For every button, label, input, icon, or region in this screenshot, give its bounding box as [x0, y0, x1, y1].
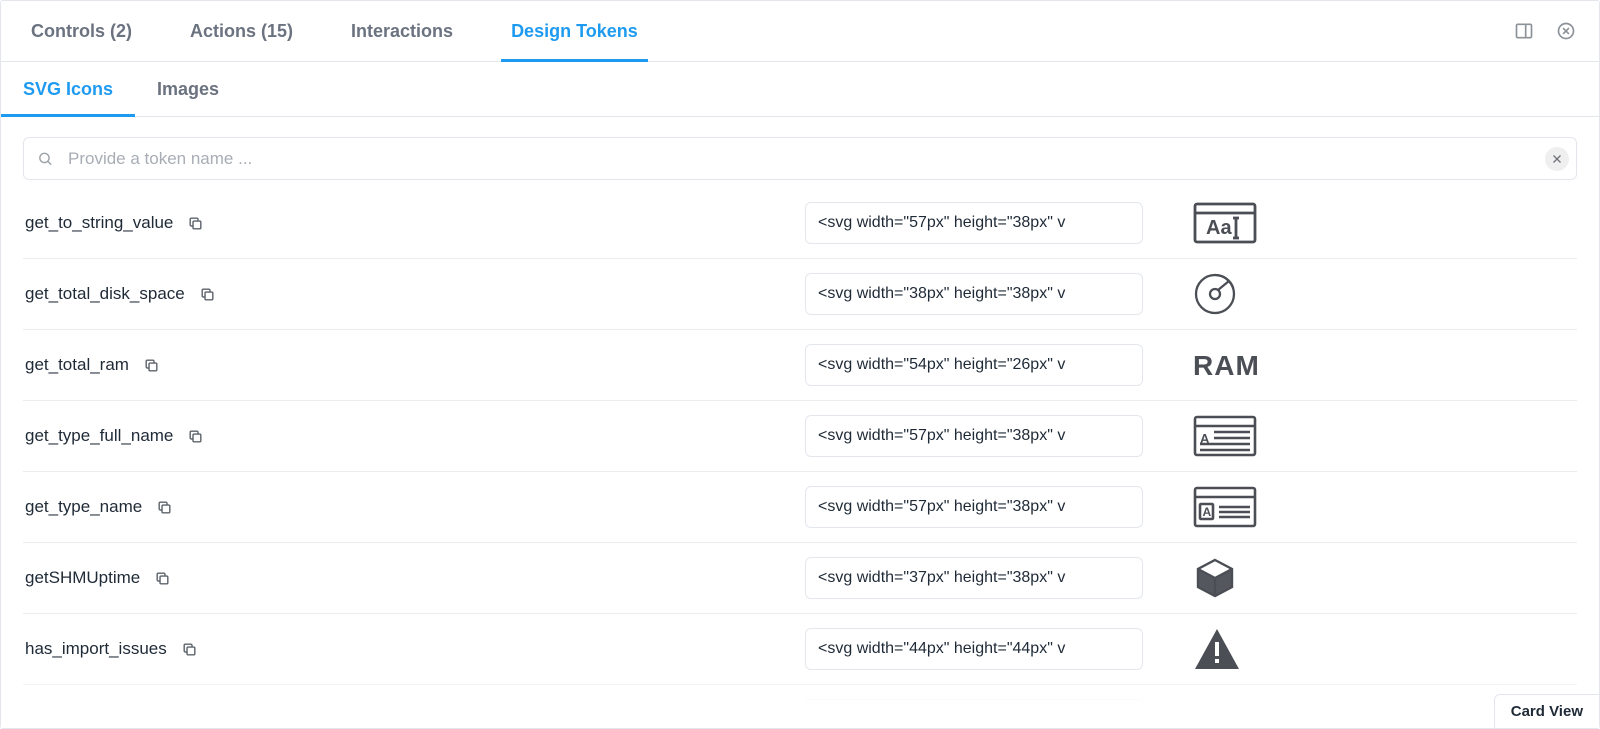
copy-button[interactable]: [156, 499, 173, 516]
svg-text:Aa: Aa: [1206, 217, 1232, 239]
token-name: getSHMUptime: [25, 568, 140, 588]
token-code[interactable]: <svg width="57px" height="38px" v: [805, 415, 1143, 457]
text-input-icon: Aa: [1193, 202, 1257, 244]
svg-text:RAM: RAM: [1193, 350, 1260, 380]
token-code[interactable]: <svg width="38px" height="38px" v: [805, 273, 1143, 315]
copy-icon: [187, 215, 204, 232]
token-name: get_type_name: [25, 497, 142, 517]
copy-button[interactable]: [181, 641, 198, 658]
tab-interactions-label: Interactions: [351, 21, 453, 42]
tab-actions-label: Actions (15): [190, 21, 293, 42]
token-code[interactable]: <svg width="54px" height="26px" v: [805, 344, 1143, 386]
token-name: has_import_issues: [25, 639, 167, 659]
table-row: get_total_disk_space <svg width="38px" h…: [23, 259, 1577, 330]
x-icon: [1551, 153, 1563, 165]
table-row: getSHMUptime <svg width="37px" height="3…: [23, 543, 1577, 614]
copy-icon: [156, 499, 173, 516]
copy-icon: [154, 570, 171, 587]
table-row: get_total_ram <svg width="54px" height="…: [23, 330, 1577, 401]
text-line-icon: A: [1193, 486, 1257, 528]
token-code[interactable]: <svg width="57px" height="38px" v: [805, 202, 1143, 244]
token-code-text: <svg width="44px" height="44px" v: [818, 640, 1065, 658]
copy-button[interactable]: [187, 428, 204, 445]
close-icon: [1556, 21, 1576, 41]
copy-button[interactable]: [107, 712, 124, 729]
panel-icon: [1514, 21, 1534, 41]
copy-icon: [181, 641, 198, 658]
close-button[interactable]: [1553, 18, 1579, 44]
token-code-text: <svg width="38px" height="38px" v: [818, 285, 1065, 303]
token-name: get_total_ram: [25, 355, 129, 375]
copy-button[interactable]: [199, 286, 216, 303]
table-row: get_to_string_value <svg width="57px" he…: [23, 188, 1577, 259]
token-name: get_total_disk_space: [25, 284, 185, 304]
disc-icon: [1193, 272, 1237, 316]
copy-icon: [187, 428, 204, 445]
token-code-text: <svg width="57px" height="38px" v: [818, 498, 1065, 516]
table-row: get_type_name <svg width="57px" height="…: [23, 472, 1577, 543]
token-name: hl7-white: [25, 710, 93, 728]
token-code-text: <svg width="37px" height="38px" v: [818, 569, 1065, 587]
token-code-text: <svg width="57px" height="38px" v: [818, 427, 1065, 445]
table-row: has_import_issues <svg width="44px" heig…: [23, 614, 1577, 685]
tab-controls-label: Controls (2): [31, 21, 132, 42]
cube-icon: [1193, 556, 1237, 600]
top-tab-bar: Controls (2) Actions (15) Interactions D…: [1, 1, 1599, 62]
tab-controls[interactable]: Controls (2): [21, 1, 142, 61]
tab-design-tokens-label: Design Tokens: [511, 21, 638, 42]
copy-button[interactable]: [143, 357, 160, 374]
token-code[interactable]: <svg width="44px" height="44px" v: [805, 628, 1143, 670]
subtab-svg-icons-label: SVG Icons: [23, 79, 113, 100]
token-code-text: <svg width="57px" height="38px" v: [818, 214, 1065, 232]
subtab-images[interactable]: Images: [155, 62, 221, 116]
copy-icon: [107, 712, 124, 729]
copy-button[interactable]: [187, 215, 204, 232]
subtab-images-label: Images: [157, 79, 219, 100]
copy-icon: [143, 357, 160, 374]
table-row: hl7-white <svg version="1.1" xmlns="http…: [23, 685, 1577, 728]
svg-text:A: A: [1203, 505, 1212, 519]
search-input[interactable]: [23, 137, 1577, 180]
warning-icon: [1193, 627, 1241, 671]
token-code[interactable]: <svg width="37px" height="38px" v: [805, 557, 1143, 599]
copy-icon: [199, 286, 216, 303]
token-name: get_to_string_value: [25, 213, 173, 233]
token-list: get_to_string_value <svg width="57px" he…: [23, 188, 1577, 728]
text-lines-icon: A: [1193, 415, 1257, 457]
token-code[interactable]: <svg width="57px" height="38px" v: [805, 486, 1143, 528]
table-row: get_type_full_name <svg width="57px" hei…: [23, 401, 1577, 472]
clear-search-button[interactable]: [1545, 147, 1569, 171]
tab-interactions[interactable]: Interactions: [341, 1, 463, 61]
sub-tab-bar: SVG Icons Images: [1, 62, 1599, 117]
token-name: get_type_full_name: [25, 426, 173, 446]
panel-toggle-button[interactable]: [1511, 18, 1537, 44]
token-code-text: <svg version="1.1" xmlns="http://w: [818, 711, 1064, 728]
token-code[interactable]: <svg version="1.1" xmlns="http://w: [805, 699, 1143, 728]
search-bar: [23, 137, 1577, 180]
token-code-text: <svg width="54px" height="26px" v: [818, 356, 1065, 374]
tab-design-tokens[interactable]: Design Tokens: [501, 1, 648, 61]
subtab-svg-icons[interactable]: SVG Icons: [21, 62, 115, 116]
tab-actions[interactable]: Actions (15): [180, 1, 303, 61]
search-icon: [37, 150, 54, 167]
card-view-button[interactable]: Card View: [1494, 694, 1599, 728]
copy-button[interactable]: [154, 570, 171, 587]
ram-icon: RAM: [1193, 350, 1273, 380]
card-view-label: Card View: [1511, 703, 1583, 720]
